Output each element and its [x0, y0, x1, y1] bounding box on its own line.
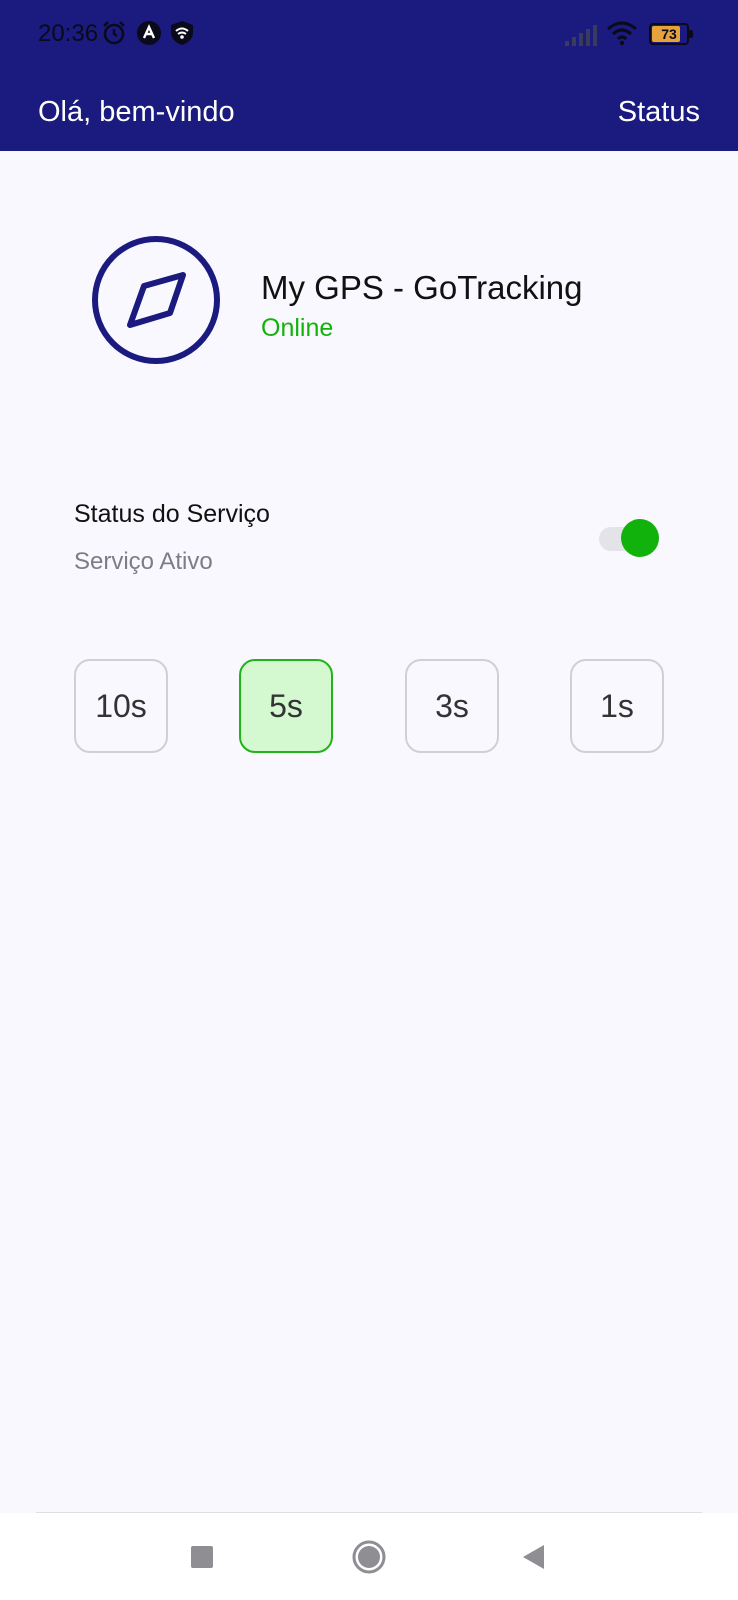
- status-time: 20:36: [38, 20, 99, 47]
- interval-chip-5s[interactable]: 5s: [239, 659, 333, 753]
- interval-chip-10s[interactable]: 10s: [74, 659, 168, 753]
- system-nav-bar: [0, 1513, 738, 1600]
- interval-chip-3s[interactable]: 3s: [405, 659, 499, 753]
- signal-icon: [565, 25, 597, 46]
- service-status-subtitle: Serviço Ativo: [74, 548, 213, 575]
- home-button[interactable]: [349, 1537, 389, 1577]
- service-toggle[interactable]: [599, 518, 659, 558]
- service-status-title: Status do Serviço: [74, 500, 270, 528]
- status-bar: 20:36 73: [0, 0, 738, 66]
- recents-button[interactable]: [182, 1537, 222, 1577]
- toggle-thumb: [621, 519, 659, 557]
- alarm-icon: [103, 21, 125, 45]
- top-bar: 20:36 73 Olá, bem-vindo Status: [0, 0, 738, 151]
- recents-square-icon: [191, 1546, 213, 1568]
- status-action-button[interactable]: Status: [618, 96, 700, 129]
- screen: 20:36 73 Olá, bem-vindo Status My GPS - …: [0, 0, 738, 1600]
- app-notification-icon: [137, 21, 161, 45]
- battery-icon: 73: [649, 23, 693, 45]
- back-triangle-icon: [523, 1545, 544, 1569]
- app-bar-title: Olá, bem-vindo: [38, 96, 235, 128]
- connection-state: Online: [261, 314, 334, 342]
- home-circle-icon: [352, 1540, 386, 1574]
- shield-wifi-icon: [171, 21, 193, 45]
- app-name: My GPS - GoTracking: [261, 269, 583, 306]
- wifi-icon: [607, 21, 637, 46]
- compass-icon: [92, 236, 220, 364]
- interval-chip-1s[interactable]: 1s: [570, 659, 664, 753]
- back-button[interactable]: [514, 1537, 554, 1577]
- battery-level: 73: [661, 26, 677, 42]
